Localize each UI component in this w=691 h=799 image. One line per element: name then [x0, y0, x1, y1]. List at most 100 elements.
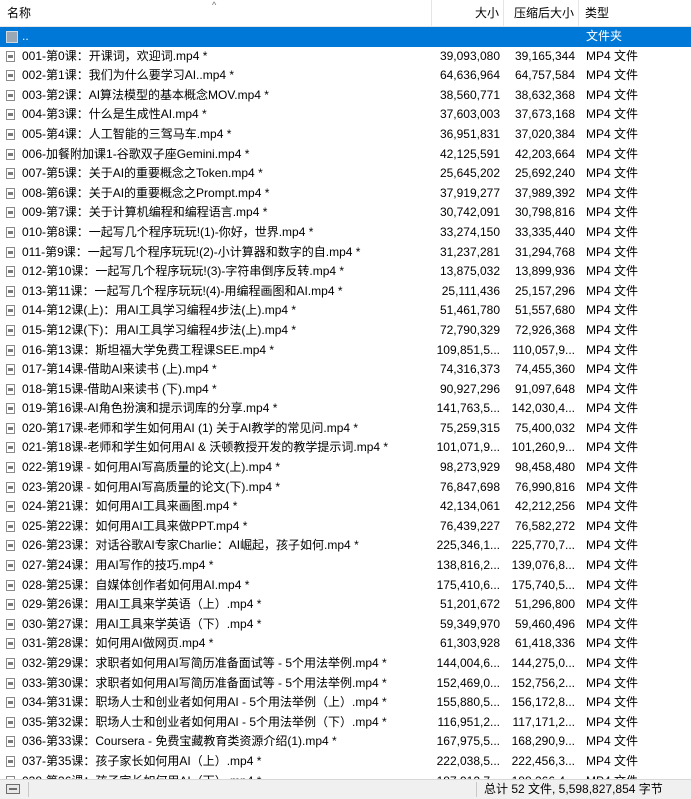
file-name: 010-第8课：一起写几个程序玩玩!(1)-你好，世界.mp4 * — [22, 224, 314, 239]
file-compressed-size: 139,076,8... — [511, 558, 575, 573]
file-row[interactable]: 001-第0课：开课词，欢迎词.mp4 * 39,093,080 39,165,34… — [0, 47, 691, 67]
file-size: 64,636,964 — [439, 68, 500, 83]
file-size: 25,111,436 — [441, 283, 500, 298]
file-name: 025-第22课：如何用AI工具来做PPT.mp4 * — [22, 518, 248, 533]
file-compressed-size: 42,203,664 — [514, 146, 575, 161]
file-row[interactable]: 015-第12课(下)：用AI工具学习编程4步法(上).mp4 * 72,790,… — [0, 321, 691, 341]
file-row[interactable]: 018-第15课-借助AI来读书 (下).mp4 * 90,927,296 91,0… — [0, 380, 691, 400]
file-compressed-size: 51,557,680 — [514, 303, 575, 318]
file-row[interactable]: 037-第35课：孩子家长如何用AI（上）.mp4 * 222,038,5... 2… — [0, 752, 691, 772]
file-size — [432, 27, 500, 47]
file-name: 009-第7课：关于计算机编程和编程语言.mp4 * — [22, 205, 268, 220]
file-size: 42,125,591 — [439, 146, 500, 161]
file-row[interactable]: 017-第14课-借助AI来读书 (上).mp4 * 74,316,373 74,4… — [0, 360, 691, 380]
file-compressed-size: 168,290,9... — [511, 734, 575, 749]
file-compressed-size: 64,757,584 — [514, 68, 575, 83]
file-compressed-size: 76,582,272 — [514, 518, 575, 533]
file-row[interactable]: 006-加餐附加课1-谷歌双子座Gemini.mp4 * 42,125,591 42… — [0, 145, 691, 165]
parent-folder-row[interactable]: .. 文件夹 — [0, 27, 691, 47]
file-type: MP4 文件 — [586, 303, 639, 318]
file-row[interactable]: 014-第12课(上)：用AI工具学习编程4步法(上).mp4 * 51,461,… — [0, 301, 691, 321]
file-row[interactable]: 036-第33课：Coursera - 免费宝藏教育类资源介绍(1).mp4 *… — [0, 732, 691, 752]
file-row[interactable]: 030-第27课：用AI工具来学英语（下）.mp4 * 59,349,970 59,… — [0, 615, 691, 635]
file-row[interactable]: 008-第6课：关于AI的重要概念之Prompt.mp4 * 37,919,277… — [0, 184, 691, 204]
file-row[interactable]: 010-第8课：一起写几个程序玩玩!(1)-你好，世界.mp4 * 33,274,… — [0, 223, 691, 243]
column-header-type[interactable]: 类型 — [579, 0, 691, 27]
video-file-icon — [6, 560, 15, 572]
file-row[interactable]: 035-第32课：职场人士和创业者如何用AI - 5个用法举例（下）.mp4 *… — [0, 713, 691, 733]
column-header-size[interactable]: 大小 — [432, 0, 504, 27]
file-compressed-size: 144,275,0... — [511, 656, 575, 670]
file-name: 038-第36课：孩子家长如何用AI（下）.mp4 * — [22, 772, 432, 779]
file-row[interactable]: 028-第25课：自媒体创作者如何用AI.mp4 * 175,410,6... 17… — [0, 576, 691, 596]
file-name: .. — [22, 29, 29, 43]
video-file-icon — [6, 109, 15, 121]
file-row[interactable]: 022-第19课 - 如何用AI写高质量的论文(上).mp4 * 98,273,9… — [0, 458, 691, 478]
file-name: 023-第20课 - 如何用AI写高质量的论文(下).mp4 * — [22, 479, 281, 494]
file-row[interactable]: 027-第24课：用AI写作的技巧.mp4 * 138,816,2... 139,0… — [0, 556, 691, 576]
file-compressed-size: 39,165,344 — [514, 48, 575, 63]
file-row[interactable]: 026-第23课：对话谷歌AI专家Charlie：AI崛起，孩子如何.mp4 *… — [0, 536, 691, 556]
file-size: 33,274,150 — [439, 224, 500, 239]
file-size: 51,461,780 — [439, 303, 500, 318]
file-compressed-size: 98,458,480 — [514, 460, 575, 475]
file-row[interactable]: 033-第30课：求职者如何用AI写简历准备面试等 - 5个用法举例.mp4 *… — [0, 674, 691, 694]
file-type: MP4 文件 — [586, 68, 639, 83]
file-compressed-size: 156,172,8... — [511, 695, 575, 710]
file-row[interactable]: 024-第21课：如何用AI工具来画图.mp4 * 42,134,061 42,21… — [0, 497, 691, 517]
file-compressed-size: 222,456,3... — [511, 753, 575, 768]
file-row[interactable]: 002-第1课：我们为什么要学习AI..mp4 * 64,636,964 64,75… — [0, 66, 691, 86]
file-size: 61,303,928 — [439, 636, 500, 651]
file-type: MP4 文件 — [586, 205, 639, 220]
file-row[interactable]: 032-第29课：求职者如何用AI写简历准备面试等 - 5个用法举例.mp4 *… — [0, 654, 691, 674]
file-size: 101,071,9... — [436, 440, 500, 455]
file-name: 030-第27课：用AI工具来学英语（下）.mp4 * — [22, 616, 262, 631]
file-type: MP4 文件 — [586, 264, 639, 279]
file-compressed-size: 37,989,392 — [514, 185, 575, 200]
file-row[interactable]: 013-第11课：一起写几个程序玩玩!(4)-用编程画图和AI.mp4 * 25,… — [0, 282, 691, 302]
file-row[interactable]: 019-第16课-AI角色扮演和提示词库的分享.mp4 * 141,763,5..… — [0, 399, 691, 419]
file-row[interactable]: 005-第4课：人工智能的三驾马车.mp4 * 36,951,831 37,020,… — [0, 125, 691, 145]
file-type: MP4 文件 — [586, 460, 639, 475]
file-row[interactable]: 038-第36课：孩子家长如何用AI（下）.mp4 *187,912,7... 1… — [0, 772, 691, 779]
file-name: 027-第24课：用AI写作的技巧.mp4 * — [22, 558, 214, 573]
file-size: 36,951,831 — [439, 126, 500, 141]
file-size: 152,469,0... — [436, 675, 500, 690]
video-file-icon — [6, 579, 15, 591]
file-row[interactable]: 021-第18课-老师和学生如何用AI & 沃顿教授开发的教学提示词.mp4 *… — [0, 438, 691, 458]
file-compressed-size: 91,097,648 — [514, 381, 575, 396]
file-row[interactable]: 034-第31课：职场人士和创业者如何用AI - 5个用法举例（上）.mp4 *… — [0, 693, 691, 713]
file-row[interactable]: 031-第28课：如何用AI做网页.mp4 * 61,303,928 61,418,… — [0, 634, 691, 654]
video-file-icon — [6, 89, 15, 101]
video-file-icon — [6, 638, 15, 650]
file-row[interactable]: 004-第3课：什么是生成性AI.mp4 * 37,603,003 37,673,1… — [0, 105, 691, 125]
drive-icon[interactable] — [6, 784, 20, 794]
file-row[interactable]: 003-第2课：AI算法模型的基本概念MOV.mp4 * 38,560,771 38… — [0, 86, 691, 106]
file-row[interactable]: 011-第9课：一起写几个程序玩玩!(2)-小计算器和数字的自.mp4 * 31,… — [0, 243, 691, 263]
file-compressed-size: 188,266,4... — [504, 772, 575, 779]
video-file-icon — [6, 755, 15, 767]
file-name: 005-第4课：人工智能的三驾马车.mp4 * — [22, 126, 232, 141]
file-name: 032-第29课：求职者如何用AI写简历准备面试等 - 5个用法举例.mp4 * — [22, 656, 387, 670]
file-row[interactable]: 020-第17课-老师和学生如何用AI (1) 关于AI教学的常见问.mp4 *… — [0, 419, 691, 439]
file-row[interactable]: 012-第10课：一起写几个程序玩玩!(3)-字符串倒序反转.mp4 * 13,8… — [0, 262, 691, 282]
file-compressed-size: 42,212,256 — [514, 499, 575, 514]
file-row[interactable]: 016-第13课：斯坦福大学免费工程课SEE.mp4 * 109,851,5...… — [0, 341, 691, 361]
file-row[interactable]: 029-第26课：用AI工具来学英语（上）.mp4 * 51,201,672 51,… — [0, 595, 691, 615]
video-file-icon — [6, 540, 15, 552]
file-row[interactable]: 023-第20课 - 如何用AI写高质量的论文(下).mp4 * 76,847,6… — [0, 478, 691, 498]
file-list[interactable]: .. 文件夹 001-第0课：开课词，欢迎词.mp4 * 39,093,080 39… — [0, 27, 691, 779]
file-compressed-size — [504, 27, 575, 47]
file-compressed-size: 61,418,336 — [514, 636, 575, 651]
video-file-icon — [6, 168, 15, 180]
video-file-icon — [6, 285, 15, 297]
file-row[interactable]: 009-第7课：关于计算机编程和编程语言.mp4 * 30,742,091 30,7… — [0, 203, 691, 223]
file-row[interactable]: 025-第22课：如何用AI工具来做PPT.mp4 * 76,439,227 76,… — [0, 517, 691, 537]
column-header-compressed-size[interactable]: 压缩后大小 — [504, 0, 579, 27]
file-name: 007-第5课：关于AI的重要概念之Token.mp4 * — [22, 166, 263, 181]
file-name: 002-第1课：我们为什么要学习AI..mp4 * — [22, 68, 235, 83]
video-file-icon — [6, 736, 15, 748]
file-row[interactable]: 007-第5课：关于AI的重要概念之Token.mp4 * 25,645,202 2… — [0, 164, 691, 184]
file-compressed-size: 152,756,2... — [511, 675, 575, 690]
video-file-icon — [6, 658, 15, 669]
